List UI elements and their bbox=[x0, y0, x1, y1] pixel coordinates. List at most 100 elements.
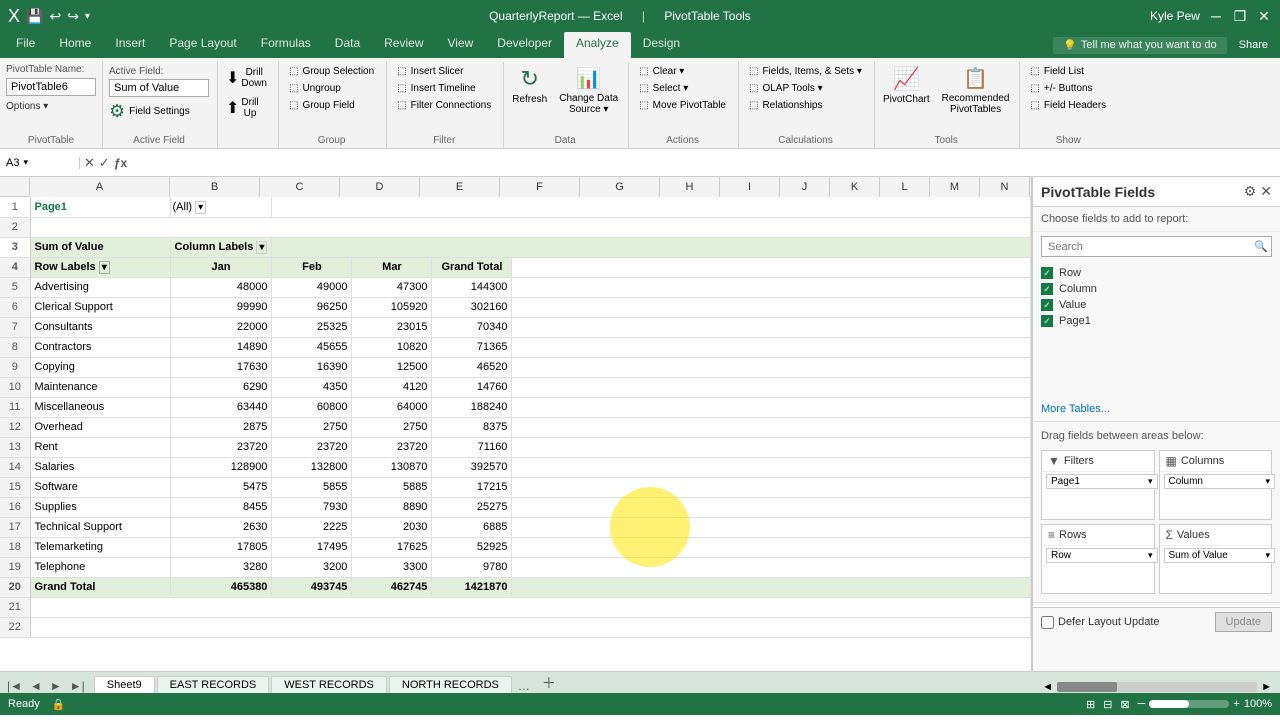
field-list-button[interactable]: ⬚ Field List bbox=[1024, 64, 1089, 79]
cell-b5[interactable]: 48000 bbox=[170, 277, 272, 297]
cell-e19[interactable]: 9780 bbox=[432, 557, 512, 577]
cell-e12[interactable]: 8375 bbox=[432, 417, 512, 437]
cell-d14[interactable]: 130870 bbox=[352, 457, 432, 477]
cell-b10[interactable]: 6290 bbox=[170, 377, 272, 397]
col-header-h[interactable]: H bbox=[660, 177, 720, 197]
cell-d11[interactable]: 64000 bbox=[352, 397, 432, 417]
cell-b8[interactable]: 14890 bbox=[170, 337, 272, 357]
cell-b18[interactable]: 17805 bbox=[170, 537, 272, 557]
cell-e16[interactable]: 25275 bbox=[432, 497, 512, 517]
defer-layout-checkbox[interactable] bbox=[1041, 616, 1054, 629]
cell-d4[interactable]: Mar bbox=[352, 257, 432, 277]
cell-a4[interactable]: Row Labels ▾ bbox=[30, 257, 170, 277]
cell-a10[interactable]: Maintenance bbox=[30, 377, 170, 397]
more-sheets-btn[interactable]: … bbox=[514, 679, 534, 693]
confirm-formula-icon[interactable]: ✓ bbox=[99, 155, 110, 171]
cell-a17[interactable]: Technical Support bbox=[30, 517, 170, 537]
cell-c16[interactable]: 7930 bbox=[272, 497, 352, 517]
cell-c14[interactable]: 132800 bbox=[272, 457, 352, 477]
cell-b9[interactable]: 17630 bbox=[170, 357, 272, 377]
cell-e10[interactable]: 14760 bbox=[432, 377, 512, 397]
sheet-tab-north[interactable]: NORTH RECORDS bbox=[389, 676, 512, 693]
zoom-in-icon[interactable]: + bbox=[1233, 698, 1239, 710]
col-header-e[interactable]: E bbox=[420, 177, 500, 197]
tab-home[interactable]: Home bbox=[47, 32, 103, 58]
tab-developer[interactable]: Developer bbox=[485, 32, 564, 58]
cell-a19[interactable]: Telephone bbox=[30, 557, 170, 577]
cell-b7[interactable]: 22000 bbox=[170, 317, 272, 337]
view-layout-icon[interactable]: ⊟ bbox=[1103, 698, 1112, 711]
sheet-tab-east[interactable]: EAST RECORDS bbox=[157, 676, 270, 693]
cell-e13[interactable]: 71160 bbox=[432, 437, 512, 457]
field-settings-btn[interactable]: ⚙ Field Settings bbox=[109, 101, 209, 122]
cell-b17[interactable]: 2630 bbox=[170, 517, 272, 537]
cell-d12[interactable]: 2750 bbox=[352, 417, 432, 437]
cell-e15[interactable]: 17215 bbox=[432, 477, 512, 497]
cell-d19[interactable]: 3300 bbox=[352, 557, 432, 577]
filters-item-page1[interactable]: Page1 ▾ bbox=[1046, 474, 1158, 489]
clear-button[interactable]: ⬚ Clear ▾ bbox=[633, 64, 690, 79]
tab-data[interactable]: Data bbox=[323, 32, 372, 58]
drill-up-button[interactable]: ⬆ DrillUp bbox=[222, 94, 272, 122]
cell-c4[interactable]: Feb bbox=[272, 257, 352, 277]
olap-tools-button[interactable]: ⬚ OLAP Tools ▾ bbox=[743, 81, 829, 96]
col-header-k[interactable]: K bbox=[830, 177, 880, 197]
fields-items-button[interactable]: ⬚ Fields, Items, & Sets ▾ bbox=[743, 64, 868, 79]
move-pivottable-button[interactable]: ⬚ Move PivotTable bbox=[633, 98, 732, 113]
cell-e8[interactable]: 71365 bbox=[432, 337, 512, 357]
col-header-a[interactable]: A bbox=[30, 177, 170, 197]
cell-b14[interactable]: 128900 bbox=[170, 457, 272, 477]
cell-c12[interactable]: 2750 bbox=[272, 417, 352, 437]
cell-a5[interactable]: Advertising bbox=[30, 277, 170, 297]
cell-c6[interactable]: 96250 bbox=[272, 297, 352, 317]
qs-undo[interactable]: ↩ bbox=[49, 8, 61, 25]
tab-design[interactable]: Design bbox=[631, 32, 692, 58]
plusminus-buttons-button[interactable]: ⬚ +/- Buttons bbox=[1024, 81, 1098, 96]
tab-file[interactable]: File bbox=[4, 32, 47, 58]
tab-review[interactable]: Review bbox=[372, 32, 435, 58]
more-tables-link[interactable]: More Tables... bbox=[1033, 401, 1280, 417]
cell-c7[interactable]: 25325 bbox=[272, 317, 352, 337]
cell-a13[interactable]: Rent bbox=[30, 437, 170, 457]
panel-settings-icon[interactable]: ⚙ bbox=[1244, 183, 1257, 200]
zoom-out-icon[interactable]: ─ bbox=[1138, 698, 1146, 710]
cell-e9[interactable]: 46520 bbox=[432, 357, 512, 377]
cell-b19[interactable]: 3280 bbox=[170, 557, 272, 577]
col-header-c[interactable]: C bbox=[260, 177, 340, 197]
cell-a14[interactable]: Salaries bbox=[30, 457, 170, 477]
cell-c17[interactable]: 2225 bbox=[272, 517, 352, 537]
cell-a20[interactable]: Grand Total bbox=[30, 577, 170, 597]
col-header-l[interactable]: L bbox=[880, 177, 930, 197]
pivottable-name-input[interactable] bbox=[6, 78, 96, 96]
ungroup-button[interactable]: ⬚ Ungroup bbox=[283, 81, 347, 96]
field-checkbox-value[interactable]: ✓ bbox=[1041, 299, 1053, 311]
cell-c15[interactable]: 5855 bbox=[272, 477, 352, 497]
cell-b12[interactable]: 2875 bbox=[170, 417, 272, 437]
pivotchart-button[interactable]: 📈 PivotChart bbox=[879, 64, 934, 124]
cell-d7[interactable]: 23015 bbox=[352, 317, 432, 337]
cell-d16[interactable]: 8890 bbox=[352, 497, 432, 517]
cell-e7[interactable]: 70340 bbox=[432, 317, 512, 337]
rows-item-row[interactable]: Row ▾ bbox=[1046, 548, 1158, 563]
recommended-pivottables-button[interactable]: 📋 RecommendedPivotTables bbox=[938, 64, 1014, 124]
tab-view[interactable]: View bbox=[436, 32, 486, 58]
win-restore[interactable]: ❐ bbox=[1232, 8, 1248, 24]
cell-b1[interactable]: (All) ▾ bbox=[170, 197, 272, 217]
share-button[interactable]: Share bbox=[1239, 39, 1268, 51]
cell-c11[interactable]: 60800 bbox=[272, 397, 352, 417]
cell-c10[interactable]: 4350 bbox=[272, 377, 352, 397]
add-sheet-button[interactable]: ＋ bbox=[536, 673, 562, 693]
insert-slicer-button[interactable]: ⬚ Insert Slicer bbox=[391, 64, 469, 79]
tabs-nav-last[interactable]: ►| bbox=[67, 679, 88, 693]
group-selection-button[interactable]: ⬚ Group Selection bbox=[283, 64, 380, 79]
insert-timeline-button[interactable]: ⬚ Insert Timeline bbox=[391, 81, 481, 96]
cell-b3[interactable]: Column Labels ▾ bbox=[170, 237, 272, 257]
cell-ref-dropdown[interactable]: ▾ bbox=[23, 157, 28, 168]
col-header-m[interactable]: M bbox=[930, 177, 980, 197]
tab-formulas[interactable]: Formulas bbox=[249, 32, 323, 58]
cell-a8[interactable]: Contractors bbox=[30, 337, 170, 357]
change-data-source-button[interactable]: 📊 Change DataSource ▾ bbox=[555, 64, 622, 124]
qs-save[interactable]: 💾 bbox=[26, 8, 43, 25]
cell-d20[interactable]: 462745 bbox=[352, 577, 432, 597]
cell-e20[interactable]: 1421870 bbox=[432, 577, 512, 597]
